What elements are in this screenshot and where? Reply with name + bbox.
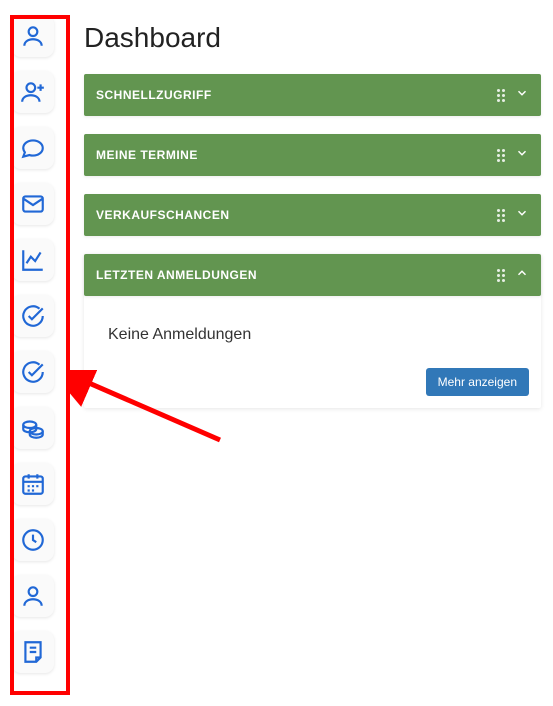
chevron-down-icon[interactable]: [515, 86, 529, 105]
sidebar-item-clock[interactable]: [12, 519, 54, 561]
sidebar-item-user-add[interactable]: [12, 71, 54, 113]
chevron-down-icon[interactable]: [515, 146, 529, 165]
sidebar-item-note[interactable]: [12, 631, 54, 673]
empty-message: Keine Anmeldungen: [108, 326, 517, 344]
panel-title: VERKAUFSCHANCEN: [96, 208, 230, 222]
user-plus-icon: [20, 79, 46, 105]
user-icon: [20, 583, 46, 609]
sidebar-item-coins[interactable]: [12, 407, 54, 449]
sidebar-item-user[interactable]: [12, 15, 54, 57]
drag-handle-icon[interactable]: [497, 149, 505, 162]
panel-footer: Mehr anzeigen: [84, 360, 541, 408]
check-circle-icon: [20, 359, 46, 385]
panel-controls: [497, 146, 529, 165]
more-button[interactable]: Mehr anzeigen: [426, 368, 529, 396]
chevron-up-icon[interactable]: [515, 266, 529, 285]
panel-title: MEINE TERMINE: [96, 148, 198, 162]
coins-icon: [20, 415, 46, 441]
sidebar: [0, 0, 66, 706]
chevron-down-icon[interactable]: [515, 206, 529, 225]
clock-icon: [20, 527, 46, 553]
panel-title: SCHNELLZUGRIFF: [96, 88, 212, 102]
panel-meine-termine[interactable]: MEINE TERMINE: [84, 134, 541, 176]
sidebar-item-mail[interactable]: [12, 183, 54, 225]
sidebar-item-chart[interactable]: [12, 239, 54, 281]
calendar-icon: [20, 471, 46, 497]
panel-controls: [497, 266, 529, 285]
panel-title: LETZTEN ANMELDUNGEN: [96, 268, 257, 282]
panel-schnellzugriff[interactable]: SCHNELLZUGRIFF: [84, 74, 541, 116]
check-circle-icon: [20, 303, 46, 329]
user-icon: [20, 23, 46, 49]
main-content: Dashboard SCHNELLZUGRIFF MEINE TERMINE V…: [66, 0, 553, 706]
panel-controls: [497, 86, 529, 105]
drag-handle-icon[interactable]: [497, 209, 505, 222]
mail-icon: [20, 191, 46, 217]
chart-line-icon: [20, 247, 46, 273]
panel-verkaufschancen[interactable]: VERKAUFSCHANCEN: [84, 194, 541, 236]
sidebar-item-check-2[interactable]: [12, 351, 54, 393]
note-icon: [20, 639, 46, 665]
chat-icon: [20, 135, 46, 161]
sidebar-item-check-1[interactable]: [12, 295, 54, 337]
page-title: Dashboard: [84, 22, 541, 54]
sidebar-item-chat[interactable]: [12, 127, 54, 169]
drag-handle-icon[interactable]: [497, 269, 505, 282]
panel-controls: [497, 206, 529, 225]
panel-letzte-anmeldungen: LETZTEN ANMELDUNGEN Keine Anmeldungen Me…: [84, 254, 541, 408]
panel-header[interactable]: LETZTEN ANMELDUNGEN: [84, 254, 541, 296]
drag-handle-icon[interactable]: [497, 89, 505, 102]
panel-body: Keine Anmeldungen: [84, 296, 541, 360]
sidebar-item-user-2[interactable]: [12, 575, 54, 617]
sidebar-item-calendar[interactable]: [12, 463, 54, 505]
